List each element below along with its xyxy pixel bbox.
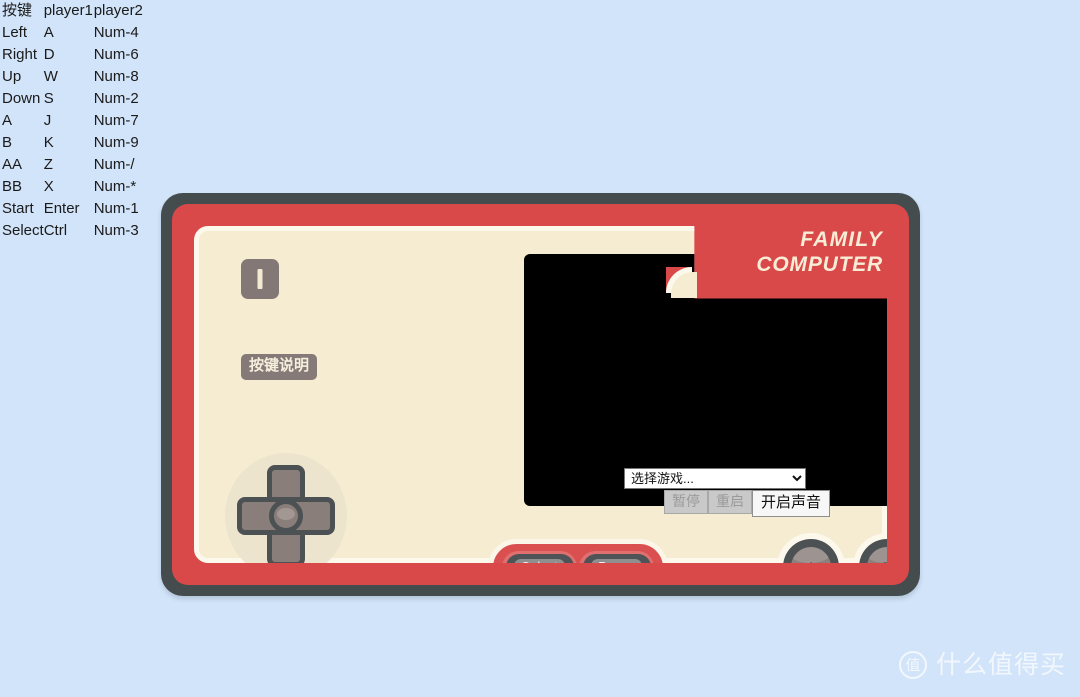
button-a-label: A bbox=[806, 559, 816, 575]
keymap-header-action: 按键 bbox=[2, 2, 33, 19]
keymap-body: 按键 player1 player2 Left A Num-4 Right D … bbox=[0, 0, 174, 242]
console-body: FAMILY COMPUTER 按键说明 选择游戏... 暂停 重启 开启声音 … bbox=[172, 204, 909, 585]
select-pause-pad: Select Pause bbox=[488, 539, 668, 563]
keymap-action: Up bbox=[2, 68, 22, 85]
game-select[interactable]: 选择游戏... bbox=[624, 468, 806, 489]
pause-button[interactable]: 暂停 bbox=[664, 490, 708, 514]
logo-line-2: COMPUTER bbox=[756, 253, 883, 276]
power-button[interactable] bbox=[241, 259, 279, 299]
keymap-p2: Num-6 bbox=[93, 46, 139, 63]
keymap-p2: Num-2 bbox=[93, 90, 139, 107]
keymap-action: Down bbox=[2, 90, 41, 107]
select-button-label: Select bbox=[514, 558, 565, 563]
restart-button[interactable]: 重启 bbox=[708, 490, 752, 514]
keymap-p1: Ctrl bbox=[43, 222, 68, 239]
button-a-wrap: A bbox=[777, 533, 845, 575]
select-button-well: Select bbox=[502, 551, 577, 563]
watermark: 值 什么值得买 bbox=[898, 650, 1066, 679]
keymap-action: AA bbox=[2, 156, 23, 173]
keys-help-button[interactable]: 按键说明 bbox=[241, 354, 318, 380]
page-root: 按键 player1 player2 Left A Num-4 Right D … bbox=[0, 0, 1080, 697]
dpad-cross-icon[interactable] bbox=[237, 465, 335, 563]
pause-pad-button[interactable]: Pause bbox=[582, 554, 651, 563]
console-shell: FAMILY COMPUTER 按键说明 选择游戏... 暂停 重启 开启声音 … bbox=[161, 193, 920, 596]
dpad-center-highlight bbox=[277, 508, 295, 520]
power-icon bbox=[257, 269, 263, 289]
button-b-face: B bbox=[867, 547, 892, 575]
keymap-p2: Num-8 bbox=[93, 68, 139, 85]
game-screen[interactable]: 选择游戏... 暂停 重启 开启声音 bbox=[524, 254, 887, 517]
keymap-p1: X bbox=[43, 178, 54, 195]
keymap-p2: Num-9 bbox=[93, 134, 139, 151]
keymap-header-player1: player1 bbox=[43, 2, 93, 19]
keymap-row: Up W Num-8 bbox=[0, 66, 174, 88]
keymap-p2: Num-/ bbox=[93, 156, 135, 173]
keymap-action: Right bbox=[2, 46, 38, 63]
button-b[interactable]: B bbox=[859, 539, 892, 575]
keymap-p2: Num-7 bbox=[93, 112, 139, 129]
keymap-row: Down S Num-2 bbox=[0, 88, 174, 110]
keymap-p1: S bbox=[43, 90, 54, 107]
watermark-text: 什么值得买 bbox=[935, 650, 1066, 679]
keymap-p1: D bbox=[43, 46, 55, 63]
dpad[interactable] bbox=[225, 453, 347, 563]
watermark-logo-icon: 值 bbox=[898, 651, 927, 679]
keymap-row: Select Ctrl Num-3 bbox=[0, 220, 174, 242]
keymap-row: A J Num-7 bbox=[0, 110, 174, 132]
pause-button-label: Pause bbox=[591, 558, 642, 563]
dpad-center-button[interactable] bbox=[269, 499, 303, 533]
keymap-p2: Num-4 bbox=[93, 24, 139, 41]
keymap-action: B bbox=[2, 134, 13, 151]
select-button[interactable]: Select bbox=[505, 554, 574, 563]
button-b-label: B bbox=[882, 559, 892, 575]
keymap-p1: W bbox=[43, 68, 58, 85]
keymap-row: Left A Num-4 bbox=[0, 22, 174, 44]
keymap-action: A bbox=[2, 112, 13, 129]
pause-button-well: Pause bbox=[579, 551, 654, 563]
keymap-table: 按键 player1 player2 Left A Num-4 Right D … bbox=[0, 0, 174, 242]
keymap-row: BB X Num-* bbox=[0, 176, 174, 198]
faceplate-notch-corner bbox=[666, 267, 697, 298]
enable-sound-button[interactable]: 开启声音 bbox=[752, 490, 831, 517]
keymap-p2: Num-* bbox=[93, 178, 137, 195]
button-b-wrap: B bbox=[853, 533, 892, 575]
emulator-button-group: 暂停 重启 开启声音 bbox=[664, 490, 831, 517]
keymap-row: B K Num-9 bbox=[0, 132, 174, 154]
keymap-header-row: 按键 player1 player2 bbox=[0, 0, 174, 22]
keymap-header-player2: player2 bbox=[93, 2, 143, 19]
keymap-action: Start bbox=[2, 200, 34, 217]
keymap-action: Left bbox=[2, 24, 28, 41]
keymap-row: Start Enter Num-1 bbox=[0, 198, 174, 220]
keymap-row: AA Z Num-/ bbox=[0, 154, 174, 176]
keymap-p1: A bbox=[43, 24, 54, 41]
keymap-p1: Enter bbox=[43, 200, 80, 217]
keymap-action: Select bbox=[2, 222, 44, 239]
button-a[interactable]: A bbox=[783, 539, 839, 575]
keymap-p1: K bbox=[43, 134, 54, 151]
button-a-face: A bbox=[791, 547, 831, 575]
keymap-row: Right D Num-6 bbox=[0, 44, 174, 66]
keymap-p1: Z bbox=[43, 156, 53, 173]
keymap-p1: J bbox=[43, 112, 52, 129]
keymap-action: BB bbox=[2, 178, 23, 195]
family-computer-logo: FAMILY COMPUTER bbox=[735, 216, 897, 288]
logo-line-1: FAMILY bbox=[800, 228, 883, 251]
